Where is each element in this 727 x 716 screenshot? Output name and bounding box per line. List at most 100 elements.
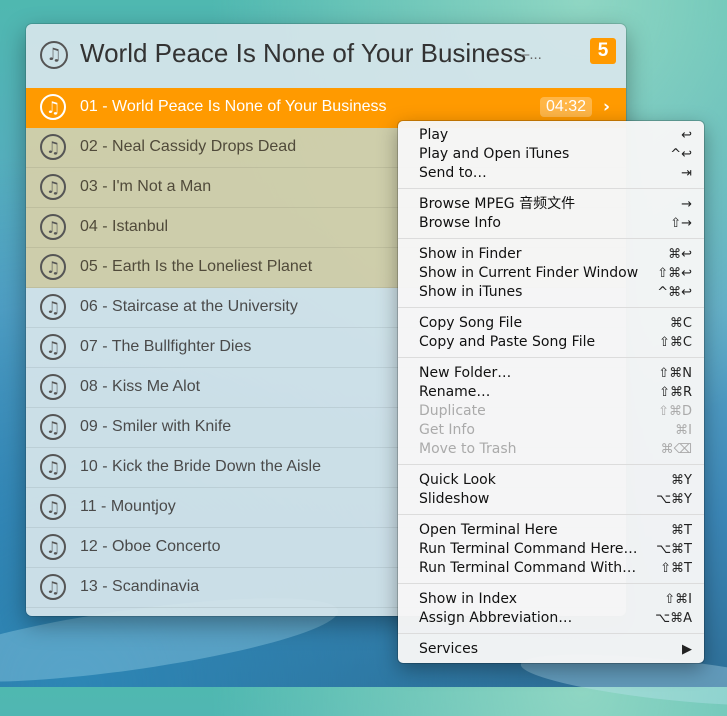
menu-item-shortcut: ⌘↩ bbox=[668, 247, 692, 262]
menu-item-shortcut: ⌥⌘T bbox=[656, 542, 692, 557]
menu-item[interactable]: Show in Index ⇧⌘I bbox=[398, 590, 704, 609]
artist-truncated: –... bbox=[521, 46, 542, 63]
music-note-icon: ♫ bbox=[40, 574, 66, 600]
menu-item[interactable]: Run Terminal Command With… ⇧⌘T bbox=[398, 559, 704, 578]
menu-item[interactable]: Show in iTunes ^⌘↩ bbox=[398, 283, 704, 302]
menu-item-label: Quick Look bbox=[419, 472, 496, 488]
music-note-icon: ♫ bbox=[40, 534, 66, 560]
menu-item: Duplicate ⇧⌘D bbox=[398, 402, 704, 421]
menu-item-label: Assign Abbreviation… bbox=[419, 610, 573, 626]
menu-item-shortcut: ⌘C bbox=[669, 316, 692, 331]
menu-separator bbox=[398, 238, 704, 239]
menu-item-label: Copy Song File bbox=[419, 315, 523, 331]
menu-item[interactable]: Show in Finder ⌘↩ bbox=[398, 245, 704, 264]
menu-item-label: Rename… bbox=[419, 384, 491, 400]
menu-item[interactable]: Show in Current Finder Window ⇧⌘↩ bbox=[398, 264, 704, 283]
menu-item-shortcut: ⇧⌘R bbox=[659, 385, 692, 400]
menu-separator bbox=[398, 583, 704, 584]
menu-item[interactable]: Copy and Paste Song File ⇧⌘C bbox=[398, 333, 704, 352]
menu-item[interactable]: Browse MPEG 音频文件 → bbox=[398, 195, 704, 214]
menu-item-shortcut: ⌘I bbox=[675, 423, 692, 438]
menu-item[interactable]: Quick Look ⌘Y bbox=[398, 471, 704, 490]
track-title: 08 - Kiss Me Alot bbox=[80, 378, 201, 395]
context-menu: Play ↩ Play and Open iTunes ^↩ Send to… ⇥ Brow… bbox=[398, 121, 704, 663]
menu-separator bbox=[398, 307, 704, 308]
track-title: 03 - I'm Not a Man bbox=[80, 178, 212, 195]
menu-item[interactable]: Services ▶ bbox=[398, 640, 704, 659]
menu-separator bbox=[398, 633, 704, 634]
menu-item[interactable]: Run Terminal Command Here… ⌥⌘T bbox=[398, 540, 704, 559]
submenu-arrow-icon: ▶ bbox=[682, 642, 692, 657]
menu-separator bbox=[398, 514, 704, 515]
track-title: 01 - World Peace Is None of Your Busines… bbox=[80, 98, 387, 115]
music-note-icon: ♫ bbox=[40, 374, 66, 400]
track-title: 12 - Oboe Concerto bbox=[80, 538, 221, 555]
menu-separator bbox=[398, 188, 704, 189]
track-title: 07 - The Bullfighter Dies bbox=[80, 338, 252, 355]
menu-item-label: Duplicate bbox=[419, 403, 486, 419]
music-note-icon: ♫ bbox=[40, 414, 66, 440]
menu-item-shortcut: → bbox=[681, 197, 692, 212]
menu-item[interactable]: Send to… ⇥ bbox=[398, 164, 704, 183]
music-note-icon: ♫ bbox=[40, 94, 66, 120]
menu-item: Get Info ⌘I bbox=[398, 421, 704, 440]
menu-item-shortcut: ⇧→ bbox=[670, 216, 692, 231]
music-note-icon: ♫ bbox=[40, 41, 68, 69]
music-note-icon: ♫ bbox=[40, 334, 66, 360]
menu-item-label: Show in Index bbox=[419, 591, 517, 607]
menu-item-shortcut: ⇥ bbox=[681, 166, 692, 181]
menu-item-shortcut: ⌘T bbox=[671, 523, 692, 538]
menu-item: Move to Trash ⌘⌫ bbox=[398, 440, 704, 459]
menu-item-shortcut: ⇧⌘T bbox=[660, 561, 692, 576]
menu-item-label: Move to Trash bbox=[419, 441, 517, 457]
track-title: 02 - Neal Cassidy Drops Dead bbox=[80, 138, 297, 155]
menu-item-label: Show in iTunes bbox=[419, 284, 523, 300]
menu-item-shortcut: ⌘Y bbox=[671, 473, 692, 488]
menu-item[interactable]: Assign Abbreviation… ⌥⌘A bbox=[398, 609, 704, 628]
menu-item-label: Services bbox=[419, 641, 479, 657]
menu-item-shortcut: ⇧⌘C bbox=[659, 335, 692, 350]
menu-item[interactable]: Slideshow ⌥⌘Y bbox=[398, 490, 704, 509]
menu-item[interactable]: Browse Info ⇧→ bbox=[398, 214, 704, 233]
duration-badge: 04:32 bbox=[540, 97, 593, 117]
menu-item-label: New Folder… bbox=[419, 365, 512, 381]
menu-item-label: Run Terminal Command With… bbox=[419, 560, 637, 576]
album-header: ♫ World Peace Is None of Your Business –… bbox=[26, 24, 626, 89]
menu-item-label: Copy and Paste Song File bbox=[419, 334, 596, 350]
menu-item[interactable]: Copy Song File ⌘C bbox=[398, 314, 704, 333]
music-note-icon: ♫ bbox=[40, 494, 66, 520]
track-title: 04 - Istanbul bbox=[80, 218, 169, 235]
track-title: 06 - Staircase at the University bbox=[80, 298, 298, 315]
music-note-icon: ♫ bbox=[40, 254, 66, 280]
menu-item-shortcut: ⇧⌘I bbox=[664, 592, 692, 607]
track-title: 05 - Earth Is the Loneliest Planet bbox=[80, 258, 313, 275]
menu-item-shortcut: ^↩ bbox=[670, 147, 692, 162]
menu-item-label: Browse Info bbox=[419, 215, 501, 231]
menu-item-label: Play and Open iTunes bbox=[419, 146, 570, 162]
music-note-icon: ♫ bbox=[40, 214, 66, 240]
menu-item-label: Show in Current Finder Window bbox=[419, 265, 639, 281]
chevron-right-icon[interactable]: › bbox=[603, 97, 610, 117]
music-note-icon: ♫ bbox=[40, 294, 66, 320]
menu-item[interactable]: Rename… ⇧⌘R bbox=[398, 383, 704, 402]
menu-item-label: Browse MPEG 音频文件 bbox=[419, 196, 576, 212]
count-badge: 5 bbox=[590, 38, 616, 64]
music-note-icon: ♫ bbox=[40, 134, 66, 160]
menu-item-label: Open Terminal Here bbox=[419, 522, 558, 538]
menu-separator bbox=[398, 357, 704, 358]
track-title: 13 - Scandinavia bbox=[80, 578, 200, 595]
menu-item-label: Run Terminal Command Here… bbox=[419, 541, 638, 557]
menu-item[interactable]: New Folder… ⇧⌘N bbox=[398, 364, 704, 383]
menu-item[interactable]: Play ↩ bbox=[398, 126, 704, 145]
menu-item-label: Play bbox=[419, 127, 449, 143]
menu-item-shortcut: ^⌘↩ bbox=[657, 285, 692, 300]
music-note-icon: ♫ bbox=[40, 174, 66, 200]
menu-item-shortcut: ⇧⌘N bbox=[658, 366, 692, 381]
music-note-icon: ♫ bbox=[40, 454, 66, 480]
menu-item[interactable]: Play and Open iTunes ^↩ bbox=[398, 145, 704, 164]
menu-item-shortcut: ↩ bbox=[681, 128, 692, 143]
menu-item-shortcut: ⌘⌫ bbox=[660, 442, 692, 457]
album-title: World Peace Is None of Your Business bbox=[80, 38, 527, 68]
menu-item-label: Show in Finder bbox=[419, 246, 522, 262]
menu-item[interactable]: Open Terminal Here ⌘T bbox=[398, 521, 704, 540]
